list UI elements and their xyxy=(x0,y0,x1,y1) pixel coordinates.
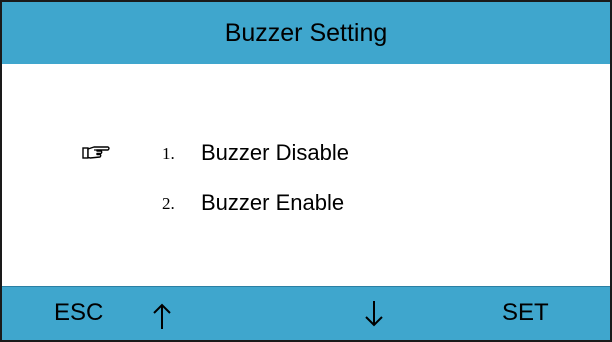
lcd-screen: Buzzer Setting 1. Buzzer Disable 2. Buzz… xyxy=(0,0,612,342)
up-arrow-button[interactable] xyxy=(152,301,172,331)
menu-item-label: Buzzer Enable xyxy=(201,190,345,215)
pointing-hand-icon xyxy=(82,142,110,164)
softkey-bar: ESC SET xyxy=(2,286,610,340)
screen-title: Buzzer Setting xyxy=(224,18,388,47)
down-arrow-button[interactable] xyxy=(364,299,384,329)
set-button[interactable]: SET xyxy=(502,299,549,327)
title-bar: Buzzer Setting xyxy=(2,2,610,65)
up-arrow-icon xyxy=(152,301,172,331)
menu-item-label: Buzzer Disable xyxy=(201,140,349,165)
menu-item-buzzer-disable[interactable]: 1. Buzzer Disable xyxy=(2,134,610,174)
buzzer-menu: 1. Buzzer Disable 2. Buzzer Enable xyxy=(2,64,610,286)
menu-item-buzzer-enable[interactable]: 2. Buzzer Enable xyxy=(2,184,610,224)
menu-item-number: 2. xyxy=(162,194,175,213)
down-arrow-icon xyxy=(364,299,384,329)
esc-button[interactable]: ESC xyxy=(54,299,103,327)
menu-item-number: 1. xyxy=(162,144,175,163)
